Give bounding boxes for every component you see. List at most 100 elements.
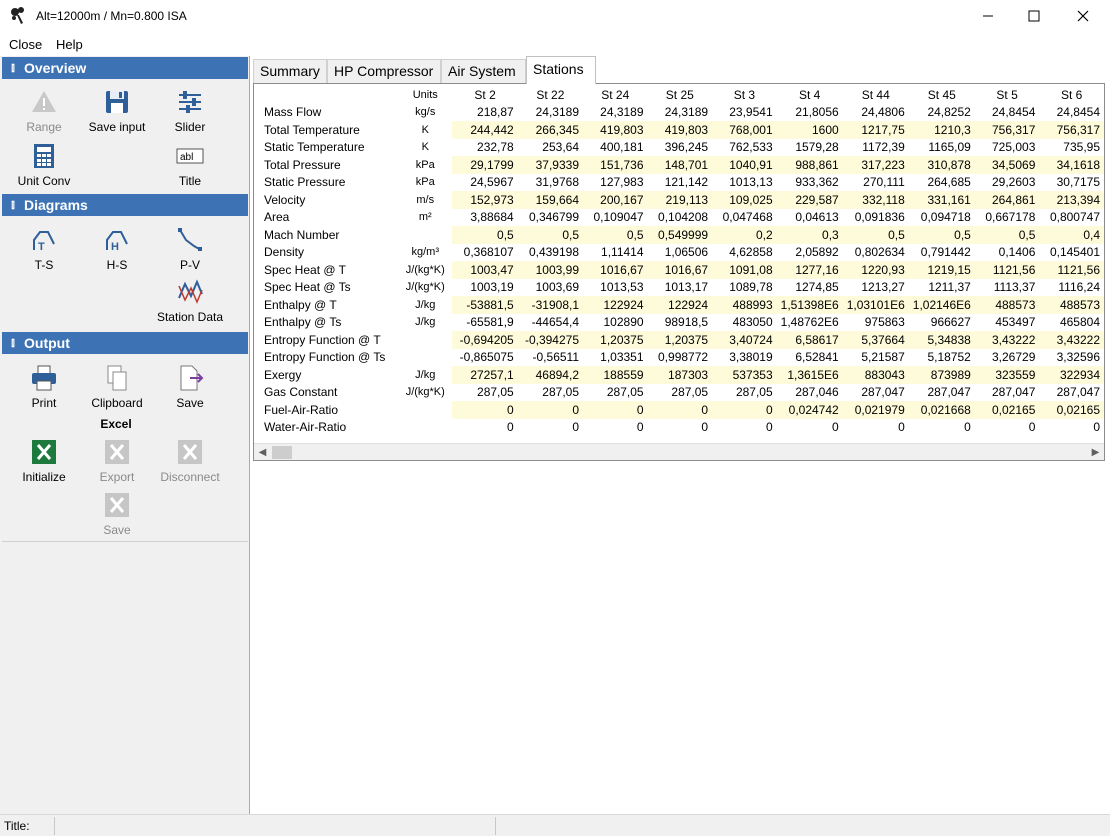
table-cell: 213,394: [1039, 191, 1104, 209]
table-cell: 756,317: [1039, 121, 1104, 139]
unit-conv-button[interactable]: Unit Conv: [6, 142, 82, 188]
excel-save-button[interactable]: Save: [79, 491, 155, 537]
table-cell: 0,5: [583, 226, 648, 244]
diagrams-section-header[interactable]: ⫾ Diagrams: [2, 194, 248, 216]
ts-diagram-button[interactable]: T T-S: [6, 226, 82, 272]
table-cell: 1274,85: [795, 280, 839, 295]
pv-diagram-button[interactable]: P-V: [152, 226, 228, 272]
table-cell: 0,1406: [998, 245, 1036, 260]
excel-initialize-button[interactable]: Initialize: [6, 438, 82, 484]
row-label: Fuel-Air-Ratio: [264, 402, 339, 417]
minimize-button[interactable]: [965, 0, 1011, 32]
output-section-header[interactable]: ⫾ Output: [2, 332, 248, 354]
table-cell: 419,803: [583, 121, 648, 139]
table-cell: 24,5967: [470, 175, 514, 190]
row-unit: [398, 331, 452, 349]
table-cell: 3,40724: [712, 331, 777, 349]
maximize-button[interactable]: [1011, 0, 1057, 32]
scroll-left-button[interactable]: ◀: [254, 444, 271, 460]
table-cell: 488993: [712, 296, 777, 314]
table-cell: 0: [647, 401, 713, 419]
table-cell: 0: [712, 401, 777, 419]
table-body: Mass Flow kg/s 218,87 24,3189 24,3189 24,3189…: [260, 104, 1104, 437]
table-cell: 2,05892: [795, 245, 839, 260]
table-cell: 1003,19: [470, 280, 514, 295]
status-title-label: Title:: [4, 819, 30, 833]
menu-help[interactable]: Help: [56, 37, 83, 52]
table-cell: 0,109047: [593, 210, 644, 225]
tab-stations[interactable]: Stations: [526, 56, 596, 84]
table-cell: 1,20375: [647, 331, 713, 349]
table-cell: 1210,3: [908, 121, 975, 139]
excel-export-button[interactable]: Export: [79, 438, 155, 484]
title-button[interactable]: abl Title: [152, 142, 228, 188]
row-label: Density: [264, 245, 305, 260]
table-cell: 0,145401: [1049, 245, 1100, 260]
table-cell: -53881,5: [452, 296, 518, 314]
station-data-icon: [178, 279, 203, 304]
hs-diagram-icon: H: [106, 231, 128, 253]
print-button[interactable]: Print: [6, 364, 82, 410]
menu-close[interactable]: Close: [9, 37, 42, 52]
row-unit: m²: [418, 211, 432, 224]
row-label: Mach Number: [264, 227, 340, 242]
scrollbar-thumb[interactable]: [272, 446, 292, 459]
row-label: Total Temperature: [264, 122, 360, 137]
table-cell: 3,26729: [991, 350, 1036, 365]
slider-icon: [179, 91, 201, 113]
save-export-icon: [180, 365, 204, 391]
table-cell: 483050: [732, 315, 773, 330]
row-label: Static Pressure: [264, 175, 346, 190]
table-cell: 31,9768: [535, 175, 579, 190]
station-column-header: St 4: [798, 87, 821, 102]
table-cell: 0,791442: [920, 245, 971, 260]
table-cell: 200,167: [583, 191, 648, 209]
hs-diagram-button[interactable]: H H-S: [79, 226, 155, 272]
tab-summary[interactable]: Summary: [253, 59, 327, 83]
table-row: Mass Flow kg/s 218,87 24,3189 24,3189 24,3189…: [260, 104, 1104, 122]
table-cell: 37,9339: [517, 156, 583, 174]
clipboard-button[interactable]: Clipboard: [79, 364, 155, 410]
slider-button[interactable]: Slider: [152, 88, 228, 134]
overview-section-header[interactable]: ⫾ Overview: [2, 57, 248, 79]
close-window-button[interactable]: [1060, 0, 1106, 32]
table-cell: 0: [832, 420, 839, 435]
scroll-right-button[interactable]: ▶: [1087, 444, 1104, 460]
table-cell: 453497: [995, 315, 1036, 330]
table-cell: 24,3189: [664, 105, 709, 120]
table-cell: 0,047468: [722, 210, 773, 225]
row-label: Gas Constant: [264, 385, 338, 400]
table-cell: 0: [583, 401, 648, 419]
excel-disconnect-button[interactable]: Disconnect: [152, 438, 228, 484]
table-cell: 27257,1: [452, 366, 518, 384]
table-cell: 988,861: [776, 156, 843, 174]
overview-header-label: Overview: [24, 60, 87, 76]
table-cell: 229,587: [776, 191, 843, 209]
table-cell: 1003,69: [535, 280, 579, 295]
table-cell: 0,5: [517, 226, 583, 244]
table-cell: 537353: [712, 366, 777, 384]
tab-air-system[interactable]: Air System: [441, 59, 526, 83]
table-cell: 0,4: [1039, 226, 1104, 244]
tab-hp-compressor[interactable]: HP Compressor: [327, 59, 441, 83]
table-cell: 287,05: [477, 385, 514, 400]
table-cell: 1172,39: [862, 140, 905, 155]
table-cell: 1165,09: [928, 140, 971, 155]
stations-panel: Units St 2 St 22 St 24 St 25 St 3 St 4 St 44 St…: [253, 83, 1105, 461]
table-cell: 322934: [1039, 366, 1104, 384]
station-data-button[interactable]: Station Data: [152, 278, 228, 324]
save-input-button[interactable]: Save input: [79, 88, 155, 134]
table-cell: 0,800747: [1049, 210, 1100, 225]
table-cell: 1003,47: [452, 261, 518, 279]
table-cell: 5,21587: [861, 350, 905, 365]
table-cell: 966627: [930, 315, 971, 330]
table-cell: 287,05: [606, 385, 644, 400]
range-button[interactable]: Range: [6, 88, 82, 134]
table-cell: 287,05: [671, 385, 709, 400]
table-cell: 1121,56: [974, 261, 1040, 279]
title-bar: Alt=12000m / Mn=0.800 ISA: [0, 0, 1110, 34]
table-cell: 0,549999: [647, 226, 713, 244]
horizontal-scrollbar[interactable]: ◀ ▶: [254, 443, 1104, 460]
table-cell: 287,047: [927, 385, 971, 400]
save-output-button[interactable]: Save: [152, 364, 228, 410]
